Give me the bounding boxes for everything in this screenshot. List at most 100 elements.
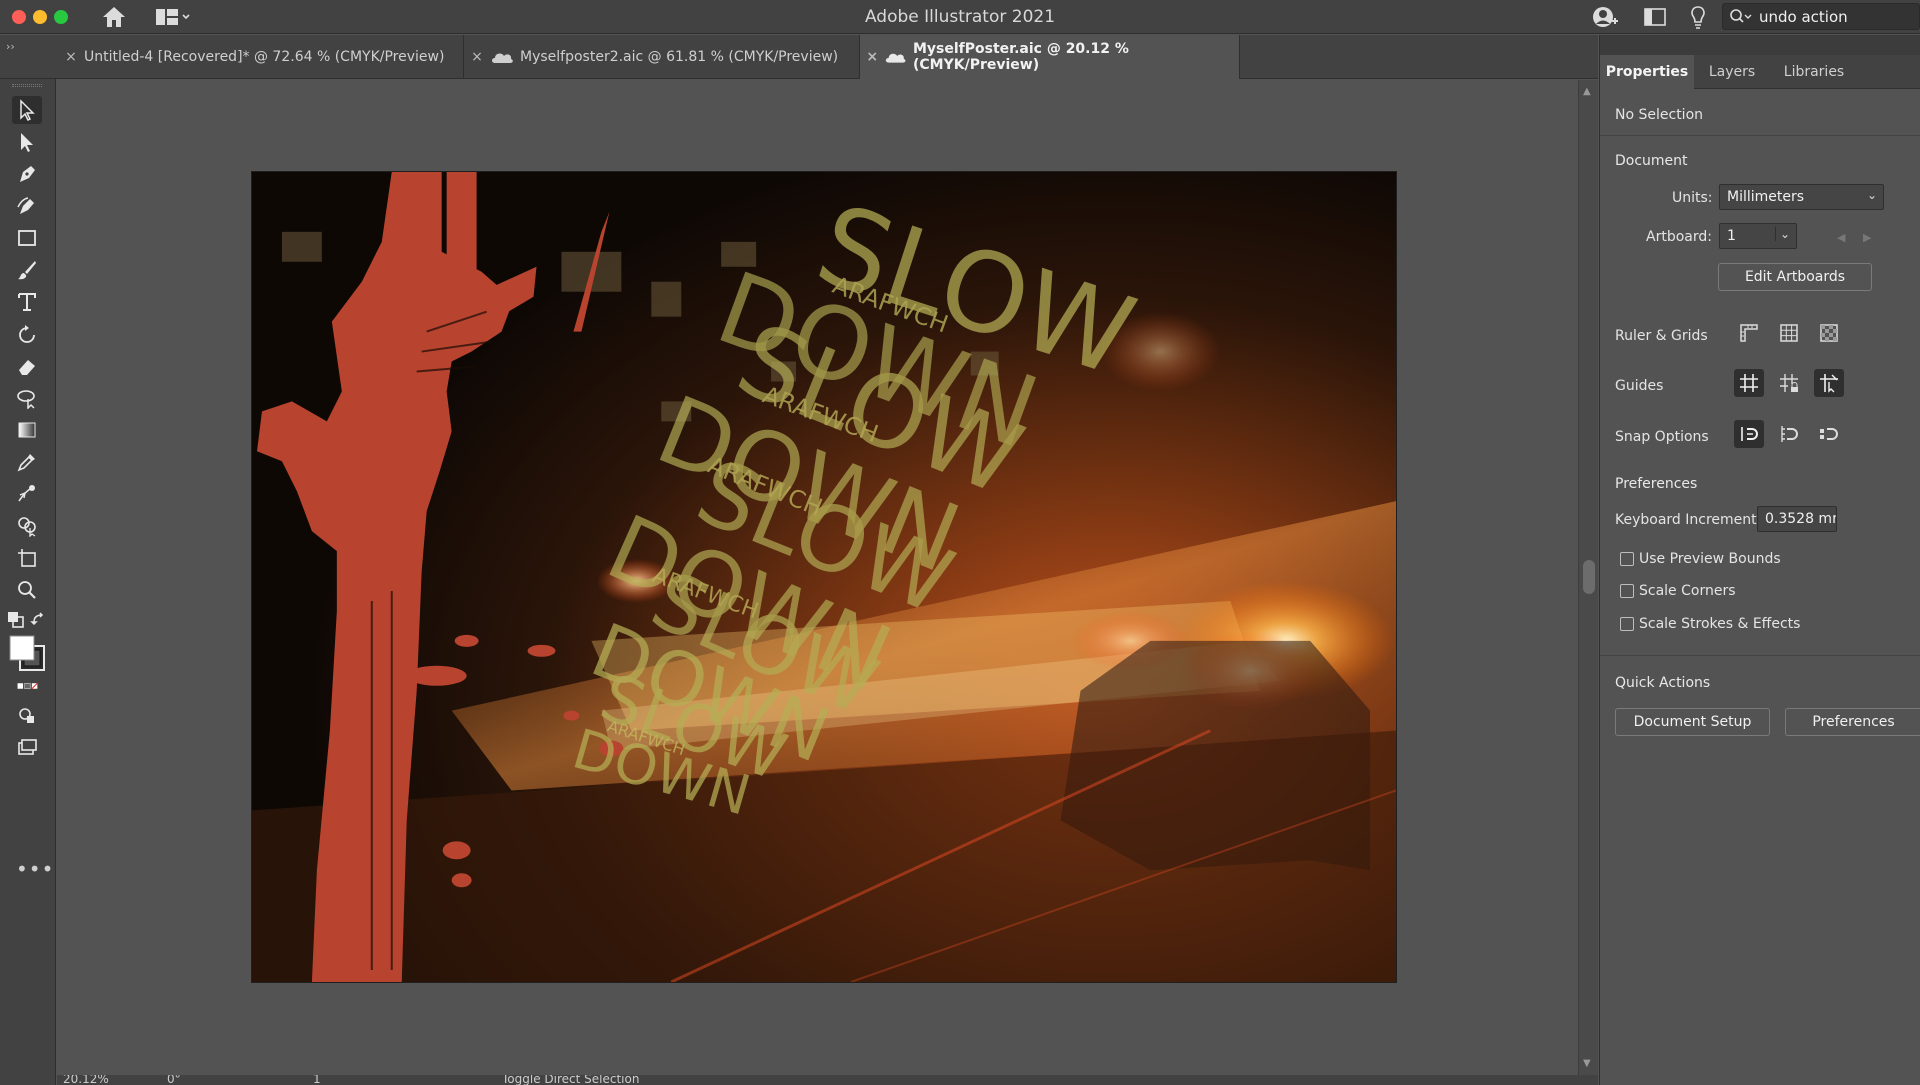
window-zoom-button[interactable] (54, 10, 68, 24)
status-bar: 20.12% 0° 1 Toggle Direct Selection (57, 1075, 1598, 1085)
artboard[interactable]: SLOW DOWN ARAFWCH SLOW ARAFWCH DOWN SLOW… (251, 171, 1397, 983)
close-icon[interactable]: × (58, 49, 84, 65)
units-label: Units: (1672, 190, 1713, 206)
default-fill-stroke-icon[interactable] (6, 610, 26, 630)
lock-guides-icon[interactable] (1774, 369, 1804, 397)
tab-properties[interactable]: Properties (1600, 55, 1694, 89)
artboard-select[interactable]: 1 ⌄ (1719, 223, 1797, 249)
checkbox-box[interactable] (1620, 552, 1634, 566)
close-icon[interactable]: × (860, 49, 884, 65)
screen-mode-icon[interactable] (12, 733, 42, 761)
panel-collapse-icon[interactable]: ›› (6, 40, 15, 53)
workspace-switcher-icon[interactable] (154, 6, 192, 28)
artboard-number-field[interactable]: 1 (313, 1075, 321, 1085)
user-account-icon[interactable] (1590, 4, 1620, 30)
panel-header-strip (1600, 35, 1920, 55)
units-select[interactable]: Millimeters ⌄ (1719, 184, 1884, 210)
rectangle-tool-icon[interactable] (12, 224, 42, 252)
transparency-grid-icon[interactable] (1814, 319, 1844, 347)
eraser-tool-icon[interactable] (12, 352, 42, 380)
swap-fill-stroke-icon[interactable] (30, 610, 50, 630)
zoom-level-field[interactable]: 20.12% (63, 1075, 109, 1085)
keyboard-increment-input[interactable]: 0.3528 mr (1757, 506, 1837, 532)
checkbox-box[interactable] (1620, 617, 1634, 631)
edit-toolbar-icon[interactable]: ••• (16, 857, 54, 881)
toolbar-grip[interactable] (12, 84, 42, 87)
grid-icon[interactable] (1774, 319, 1804, 347)
search-input[interactable]: undo action (1722, 3, 1920, 30)
tab-label: Myselfposter2.aic @ 61.81 % (CMYK/Previe… (520, 49, 839, 65)
tab-libraries[interactable]: Libraries (1770, 55, 1858, 89)
snap-to-pixel-icon[interactable] (1814, 420, 1844, 448)
rotation-field[interactable]: 0° (167, 1075, 181, 1085)
width-tool-icon[interactable] (12, 384, 42, 412)
artboard-tool-icon[interactable] (12, 544, 42, 572)
smart-guides-icon[interactable] (1814, 369, 1844, 397)
type-tool-icon[interactable] (12, 288, 42, 316)
rulers-icon[interactable] (1734, 319, 1764, 347)
document-heading: Document (1615, 153, 1688, 169)
canvas-area[interactable]: SLOW DOWN ARAFWCH SLOW ARAFWCH DOWN SLOW… (57, 80, 1578, 1075)
app-title: Adobe Illustrator 2021 (864, 7, 1056, 27)
pen-tool-icon[interactable] (12, 160, 42, 188)
scroll-up-icon[interactable]: ▲ (1583, 86, 1591, 97)
window-close-button[interactable] (12, 10, 26, 24)
previous-artboard-icon[interactable]: ◀ (1837, 231, 1845, 244)
direct-selection-tool-icon[interactable] (12, 128, 42, 156)
selection-tool-icon[interactable] (12, 96, 42, 124)
artboard-value: 1 (1727, 228, 1736, 244)
drawing-mode-icon[interactable] (12, 701, 42, 729)
blend-tool-icon[interactable] (12, 480, 42, 508)
search-value: undo action (1759, 8, 1848, 26)
units-value: Millimeters (1727, 189, 1805, 205)
preferences-button[interactable]: Preferences (1785, 708, 1920, 736)
color-mode-icons[interactable] (8, 678, 48, 694)
scroll-down-icon[interactable]: ▼ (1583, 1058, 1591, 1069)
scale-corners-checkbox[interactable]: Scale Corners (1620, 583, 1736, 599)
gradient-tool-icon[interactable] (12, 416, 42, 444)
snap-to-grid-icon[interactable] (1774, 420, 1804, 448)
guides-label: Guides (1615, 378, 1664, 394)
document-tab-myselfposter[interactable]: × MyselfPoster.aic @ 20.12 % (CMYK/Previ… (860, 35, 1240, 79)
close-icon[interactable]: × (464, 49, 490, 65)
preferences-heading: Preferences (1615, 476, 1698, 492)
checkbox-label: Scale Strokes & Effects (1639, 616, 1801, 632)
checkbox-box[interactable] (1620, 584, 1634, 598)
window-minimize-button[interactable] (33, 10, 47, 24)
chevron-down-icon: ⌄ (1774, 227, 1790, 241)
fill-stroke-swatches[interactable] (8, 634, 48, 674)
scale-strokes-effects-checkbox[interactable]: Scale Strokes & Effects (1620, 616, 1800, 632)
arrange-documents-icon[interactable] (1640, 4, 1670, 30)
quick-actions-heading: Quick Actions (1615, 675, 1711, 691)
rotate-tool-icon[interactable] (12, 320, 42, 348)
tab-label: Untitled-4 [Recovered]* @ 72.64 % (CMYK/… (84, 49, 445, 65)
use-preview-bounds-checkbox[interactable]: Use Preview Bounds (1620, 551, 1781, 567)
tab-layers[interactable]: Layers (1694, 55, 1770, 89)
eyedropper-tool-icon[interactable] (12, 448, 42, 476)
zoom-tool-icon[interactable] (12, 576, 42, 604)
selection-status: No Selection (1615, 107, 1704, 123)
search-icon (1729, 8, 1753, 26)
curvature-tool-icon[interactable] (12, 192, 42, 220)
properties-panel: Properties Layers Libraries No Selection… (1599, 35, 1920, 1085)
shape-builder-tool-icon[interactable] (12, 512, 42, 540)
document-tab-bar: ›› × Untitled-4 [Recovered]* @ 72.64 % (… (0, 35, 1598, 79)
edit-artboards-button[interactable]: Edit Artboards (1718, 263, 1872, 291)
discover-lightbulb-icon[interactable] (1683, 4, 1713, 30)
document-setup-button[interactable]: Document Setup (1615, 708, 1770, 736)
tools-panel: ••• (0, 79, 56, 1085)
keyboard-increment-label: Keyboard Increment: (1615, 512, 1762, 528)
canvas-vertical-scrollbar[interactable]: ▲ ▼ (1578, 80, 1598, 1075)
document-tab-untitled-4[interactable]: × Untitled-4 [Recovered]* @ 72.64 % (CMY… (58, 35, 464, 79)
cloud-icon (492, 53, 513, 63)
checkbox-label: Scale Corners (1639, 583, 1736, 599)
title-bar: Adobe Illustrator 2021 undo action (0, 0, 1920, 34)
show-guides-icon[interactable] (1734, 369, 1764, 397)
scrollbar-thumb[interactable] (1583, 560, 1595, 594)
snap-to-point-icon[interactable] (1734, 420, 1764, 448)
next-artboard-icon[interactable]: ▶ (1863, 231, 1871, 244)
document-tab-myselfposter2[interactable]: × Myselfposter2.aic @ 61.81 % (CMYK/Prev… (464, 35, 860, 79)
paintbrush-tool-icon[interactable] (12, 256, 42, 284)
checkbox-label: Use Preview Bounds (1639, 551, 1781, 567)
home-icon[interactable] (100, 4, 128, 30)
